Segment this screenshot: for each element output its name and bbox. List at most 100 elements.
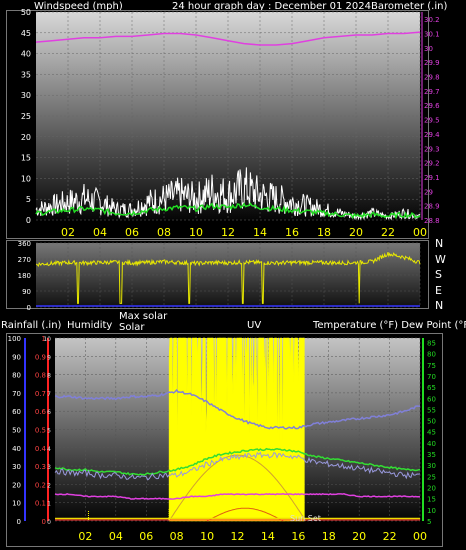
direction-tick-label: 0 — [27, 304, 31, 312]
temperature-tick-label: 45 — [427, 429, 436, 437]
temperature-tick-label: 80 — [427, 351, 436, 359]
barometer-tick-label: 29.1 — [424, 174, 440, 182]
temperature-tick-label: 75 — [427, 362, 436, 370]
bottom-time-tick-label: 08 — [170, 530, 184, 543]
compass-letter: S — [435, 268, 442, 281]
humidity-tick-label: 100 — [8, 335, 21, 343]
uv-tick-label: 1 — [47, 501, 51, 508]
wind-tick-label: 5 — [26, 195, 31, 204]
wind-tick-label: 10 — [21, 174, 31, 183]
temperature-tick-label: 25 — [427, 473, 436, 481]
temperature-tick-label: 40 — [427, 440, 436, 448]
sunset-label: Sun Set — [290, 514, 321, 523]
direction-tick-label: 270 — [18, 256, 31, 264]
time-tick-label: 22 — [381, 226, 395, 239]
bottom-time-tick-label: 02 — [78, 530, 92, 543]
temperature-tick-label: 20 — [427, 485, 436, 493]
time-tick-label: 12 — [221, 226, 235, 239]
humidity-tick-label: 40 — [12, 445, 21, 453]
rain-tick-label: 0.1 — [35, 500, 46, 508]
uv-tick-label: 5 — [47, 428, 51, 435]
rain-tick-label: 0.5 — [35, 427, 46, 435]
uv-tick-label: 8 — [47, 373, 51, 380]
compass-letter: W — [435, 252, 446, 266]
temperature-tick-label: 5 — [427, 518, 431, 526]
rain-tick-label: 0.3 — [35, 463, 46, 471]
direction-tick-label: 90 — [22, 288, 31, 296]
direction-tick-label: 360 — [18, 240, 31, 248]
rain-tick-label: 0.4 — [35, 445, 47, 453]
time-tick-label: 16 — [285, 226, 299, 239]
barometer-tick-label: 29.5 — [424, 117, 440, 125]
barometer-tick-label: 30.2 — [424, 16, 440, 24]
barometer-tick-label: 28.9 — [424, 203, 440, 211]
humidity-tick-label: 60 — [12, 408, 21, 416]
humidity-tick-label: 70 — [12, 390, 21, 398]
bottom-time-tick-label: 16 — [291, 530, 305, 543]
temperature-tick-label: 65 — [427, 384, 436, 392]
wind-tick-label: 45 — [21, 29, 31, 38]
temperature-dewpoint-label: Temperature (°F) Dew Point (°F) — [313, 320, 466, 331]
temperature-tick-label: 70 — [427, 373, 436, 381]
temperature-tick-label: 55 — [427, 406, 436, 414]
barometer-tick-label: 30 — [424, 45, 433, 53]
uv-tick-label: 2 — [47, 482, 51, 489]
time-tick-label: 02 — [61, 226, 75, 239]
bottom-time-tick-label: 10 — [200, 530, 214, 543]
wind-tick-label: 15 — [21, 154, 31, 163]
time-tick-label: 10 — [189, 226, 203, 239]
uv-tick-label: 0 — [47, 519, 51, 526]
humidity-tick-label: 0 — [17, 518, 21, 526]
temperature-tick-label: 10 — [427, 507, 436, 515]
weather-charts: 5045403530252015105030.230.13029.929.829… — [8, 8, 441, 543]
temperature-tick-label: 50 — [427, 418, 436, 426]
wind-tick-label: 20 — [21, 133, 31, 142]
max-solar-label: Max solar — [119, 311, 168, 322]
direction-tick-label: 180 — [18, 272, 31, 280]
bottom-time-tick-label: 00 — [413, 530, 427, 543]
wind-tick-label: 30 — [21, 91, 31, 100]
temperature-tick-label: 85 — [427, 339, 436, 347]
bottom-time-tick-label: 22 — [383, 530, 397, 543]
barometer-tick-label: 28.8 — [424, 217, 440, 225]
wind-tick-label: 50 — [21, 8, 31, 17]
humidity-tick-label: 20 — [12, 481, 21, 489]
humidity-tick-label: 10 — [12, 500, 21, 508]
rain-tick-label: 0.2 — [35, 481, 46, 489]
barometer-tick-label: 29 — [424, 188, 433, 196]
barometer-tick-label: 30.1 — [424, 31, 440, 39]
uv-tick-label: 3 — [47, 464, 51, 471]
bottom-time-tick-label: 06 — [139, 530, 153, 543]
wind-tick-label: 40 — [21, 50, 31, 59]
bottom-time-tick-label: 20 — [352, 530, 366, 543]
time-tick-label: 14 — [253, 226, 267, 239]
uv-tick-label: 7 — [47, 391, 51, 398]
barometer-tick-label: 29.4 — [424, 131, 440, 139]
uv-tick-label: 9 — [47, 354, 51, 361]
temperature-tick-label: 30 — [427, 462, 436, 470]
uv-tick-label: 4 — [47, 446, 51, 453]
humidity-tick-label: 50 — [12, 427, 21, 435]
barometer-tick-label: 29.2 — [424, 160, 440, 168]
temperature-tick-label: 15 — [427, 496, 436, 504]
time-tick-label: 08 — [157, 226, 171, 239]
rain-tick-label: 0.9 — [35, 353, 46, 361]
barometer-tick-label: 29.8 — [424, 74, 440, 82]
uv-axis-label: UV — [247, 320, 262, 331]
barometer-tick-label: 29.3 — [424, 145, 440, 153]
wind-tick-label: 35 — [21, 70, 31, 79]
rainfall-axis-label: Rainfall (.in) — [1, 320, 62, 331]
wind-tick-label: 25 — [21, 112, 31, 121]
humidity-tick-label: 30 — [12, 463, 21, 471]
time-tick-label: 20 — [349, 226, 363, 239]
bottom-time-tick-label: 18 — [322, 530, 336, 543]
compass-letter: N — [435, 237, 444, 250]
humidity-axis-label: Humidity — [67, 320, 113, 331]
bottom-time-tick-label: 04 — [109, 530, 123, 543]
rain-tick-label: 0.6 — [35, 408, 47, 416]
uv-tick-label: 10 — [43, 336, 51, 343]
time-tick-label: 18 — [317, 226, 331, 239]
solar-label: Solar — [119, 322, 145, 333]
time-tick-label: 04 — [93, 226, 107, 239]
rain-tick-label: 0.8 — [35, 372, 46, 380]
